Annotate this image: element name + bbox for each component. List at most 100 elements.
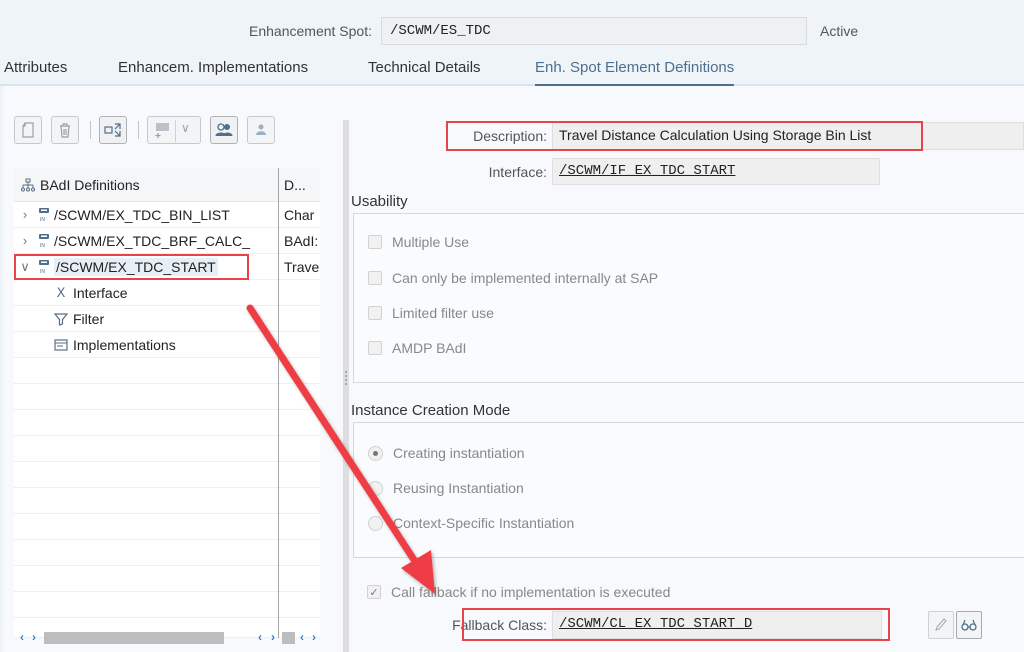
- empty-row: [14, 566, 320, 592]
- empty-row: [14, 488, 320, 514]
- chevron-right-icon[interactable]: ›: [18, 207, 32, 222]
- create-button[interactable]: [14, 116, 42, 144]
- option-internal-only[interactable]: Can only be implemented internally at SA…: [368, 270, 658, 286]
- option-label: Creating instantiation: [393, 445, 525, 461]
- scroll-left-icon[interactable]: ‹: [300, 630, 304, 644]
- badi-definitions-tree: BAdI Definitions D... › IN /SCWM/EX_TDC_…: [14, 168, 320, 638]
- child-label: Implementations: [73, 336, 176, 353]
- radio-button[interactable]: [368, 480, 383, 496]
- tree-header: BAdI Definitions D...: [14, 168, 320, 202]
- option-label: Context-Specific Instantiation: [393, 515, 575, 531]
- radio-button[interactable]: [368, 445, 383, 461]
- column-header-description[interactable]: D...: [284, 177, 306, 193]
- radio-creating-instantiation[interactable]: Creating instantiation: [368, 445, 525, 461]
- chevron-down-icon[interactable]: ∨: [181, 121, 190, 135]
- empty-row: [14, 436, 320, 462]
- empty-row: [14, 462, 320, 488]
- delete-icon: [60, 123, 70, 138]
- tab-attributes[interactable]: Attributes: [4, 59, 67, 76]
- checkbox[interactable]: [368, 235, 382, 249]
- option-label: AMDP BAdI: [392, 340, 467, 356]
- svg-text:IN: IN: [40, 217, 45, 223]
- enhancement-spot-header: Enhancement Spot: /SCWM/ES_TDC Active: [0, 17, 1024, 45]
- empty-row: [14, 540, 320, 566]
- tab-enhancement-implementations[interactable]: Enhancem. Implementations: [118, 59, 308, 76]
- tab-technical-details[interactable]: Technical Details: [368, 59, 481, 76]
- badi-icon: IN: [39, 207, 49, 223]
- pencil-icon: [935, 618, 947, 631]
- scrollbar-thumb[interactable]: [282, 632, 295, 644]
- badi-description: BAdI:: [284, 233, 319, 249]
- badi-icon: IN: [39, 233, 49, 249]
- column-header-badi-definitions[interactable]: BAdI Definitions: [20, 177, 140, 193]
- child-label: Interface: [73, 284, 128, 301]
- display-button[interactable]: [956, 611, 982, 639]
- scroll-left-icon[interactable]: ‹: [258, 630, 262, 644]
- tree-child-row[interactable]: Filter: [14, 306, 320, 332]
- edit-button[interactable]: [928, 611, 954, 639]
- add-element-icon: [155, 123, 169, 138]
- option-label: Multiple Use: [392, 234, 470, 250]
- interface-row: Interface: /SCWM/IF_EX_TDC_START: [353, 158, 1024, 186]
- checkbox[interactable]: [368, 341, 382, 355]
- radio-reusing-instantiation[interactable]: Reusing Instantiation: [368, 480, 524, 496]
- chevron-right-icon[interactable]: ›: [18, 233, 32, 248]
- user-group-button[interactable]: [210, 116, 238, 144]
- scroll-left-icon[interactable]: ‹: [20, 630, 24, 644]
- badi-name: /SCWM/EX_TDC_BIN_LIST: [54, 206, 230, 223]
- highlight-box-fallback-class: [462, 608, 890, 641]
- enhancement-spot-field[interactable]: /SCWM/ES_TDC: [381, 17, 807, 45]
- user-group-icon: [215, 123, 233, 137]
- option-limited-filter[interactable]: Limited filter use: [368, 305, 494, 321]
- interface-field[interactable]: /SCWM/IF_EX_TDC_START: [552, 158, 880, 185]
- pane-splitter[interactable]: [343, 120, 349, 652]
- delete-button[interactable]: [51, 116, 79, 144]
- tab-enh-spot-element-definitions[interactable]: Enh. Spot Element Definitions: [535, 59, 735, 87]
- empty-row: [14, 358, 320, 384]
- toolbar-separator: [90, 121, 91, 139]
- tree-row[interactable]: › IN /SCWM/EX_TDC_BIN_LIST Char: [14, 202, 320, 228]
- toolbar-separator: [138, 121, 139, 139]
- empty-row: [14, 384, 320, 410]
- instance-creation-title: Instance Creation Mode: [351, 402, 511, 419]
- usability-group: Multiple Use Can only be implemented int…: [353, 213, 1024, 383]
- scrollbar-thumb[interactable]: [44, 632, 224, 644]
- checkbox[interactable]: [368, 271, 382, 285]
- user-icon: [256, 124, 266, 135]
- checkbox-checked[interactable]: ✓: [367, 585, 381, 599]
- call-fallback-option[interactable]: ✓ Call fallback if no implementation is e…: [367, 584, 670, 600]
- interface-icon: ⵝ: [56, 284, 66, 300]
- tree-child-row[interactable]: Implementations: [14, 332, 320, 358]
- add-element-button[interactable]: ∨: [147, 116, 201, 144]
- option-amdp-badi[interactable]: AMDP BAdI: [368, 340, 466, 356]
- option-label: Call fallback if no implementation is ex…: [391, 584, 671, 600]
- badi-description: Trave: [284, 259, 320, 275]
- badi-name: /SCWM/EX_TDC_BRF_CALC_: [54, 232, 251, 249]
- tree-child-row[interactable]: ⵝ Interface: [14, 280, 320, 306]
- option-label: Can only be implemented internally at SA…: [392, 270, 659, 286]
- highlight-box-selected-badi: [14, 254, 249, 280]
- scroll-right-icon[interactable]: ›: [312, 630, 316, 644]
- option-label: Limited filter use: [392, 305, 494, 321]
- user-button[interactable]: [247, 116, 275, 144]
- column-divider[interactable]: [278, 168, 279, 638]
- child-label: Filter: [73, 310, 105, 327]
- implementations-icon: [54, 338, 68, 351]
- tree-row[interactable]: › IN /SCWM/EX_TDC_BRF_CALC_ BAdI:: [14, 228, 320, 254]
- horizontal-scrollbar[interactable]: ‹ › ‹ › ‹ ›: [14, 630, 320, 646]
- option-label: Reusing Instantiation: [393, 480, 524, 496]
- highlight-box-description: [446, 121, 923, 151]
- scroll-right-icon[interactable]: ›: [271, 630, 275, 644]
- expand-collapse-icon: [104, 123, 121, 137]
- glasses-icon: [961, 619, 977, 631]
- scroll-right-icon[interactable]: ›: [32, 630, 36, 644]
- expand-collapse-button[interactable]: [99, 116, 127, 144]
- create-icon: [22, 122, 34, 138]
- enhancement-spot-label: Enhancement Spot:: [249, 23, 372, 39]
- badi-description: Char: [284, 207, 315, 223]
- checkbox[interactable]: [368, 306, 382, 320]
- empty-row: [14, 592, 320, 618]
- option-multiple-use[interactable]: Multiple Use: [368, 234, 469, 250]
- radio-context-specific[interactable]: Context-Specific Instantiation: [368, 515, 574, 531]
- radio-button[interactable]: [368, 515, 383, 531]
